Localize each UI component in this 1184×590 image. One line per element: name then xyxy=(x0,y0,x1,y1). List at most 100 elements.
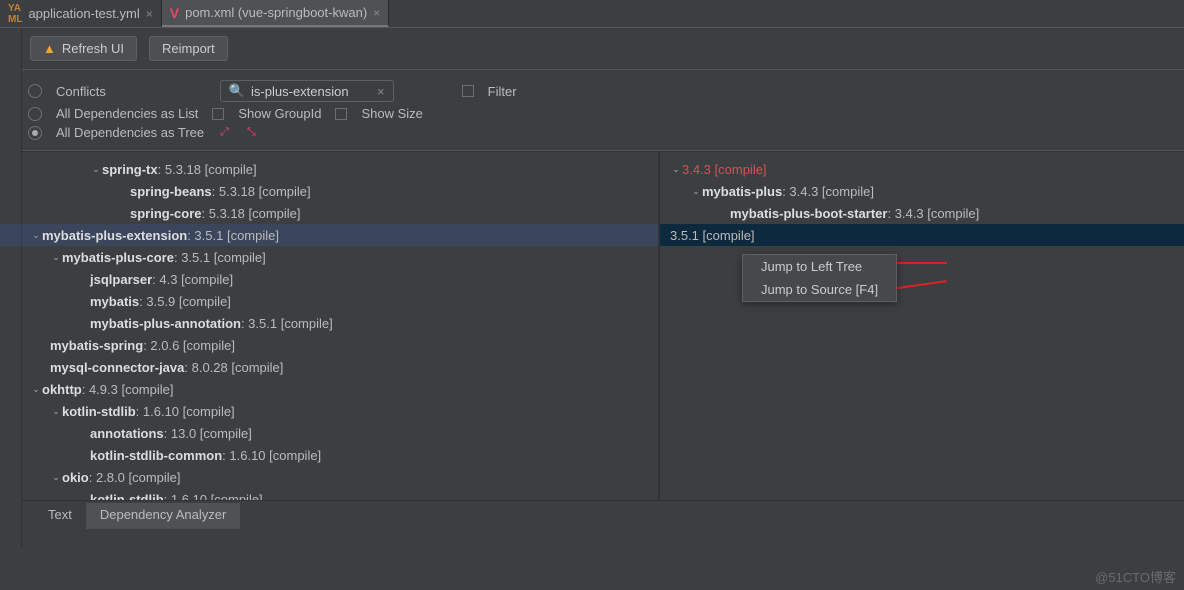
clear-search-icon[interactable]: × xyxy=(377,84,385,99)
option-label: Conflicts xyxy=(56,84,106,99)
tree-row[interactable]: ⌄ mybatis-plus-core : 3.5.1 [compile] xyxy=(0,246,658,268)
chevron-down-icon: ⌄ xyxy=(670,164,682,175)
toolbar: ▲ Refresh UI Reimport xyxy=(0,28,1184,70)
chevron-down-icon: ⌄ xyxy=(30,384,42,395)
close-icon[interactable]: × xyxy=(146,7,153,21)
maven-icon: V xyxy=(170,5,179,21)
dep-version: : 3.5.1 [compile] xyxy=(174,250,266,265)
collapse-icon[interactable]: ⤡ xyxy=(247,126,256,139)
chevron-down-icon: ⌄ xyxy=(90,164,102,175)
dep-name: mybatis-spring xyxy=(50,338,143,353)
tab-label: pom.xml (vue-springboot-kwan) xyxy=(185,5,367,20)
dep-version: : 1.6.10 [compile] xyxy=(164,492,263,501)
dep-name: mybatis-plus-boot-starter xyxy=(730,206,887,221)
close-icon[interactable]: × xyxy=(373,6,380,20)
tree-row[interactable]: ⌄ 3.4.3 [compile] xyxy=(660,158,1184,180)
dep-name: kotlin-stdlib-common xyxy=(90,448,222,463)
tree-row[interactable]: spring-core : 5.3.18 [compile] xyxy=(0,202,658,224)
options-panel: Conflicts 🔍 × Filter All Dependencies as… xyxy=(0,70,1184,151)
tree-row[interactable]: ⌄ mybatis-plus-extension : 3.5.1 [compil… xyxy=(0,224,658,246)
option-label: All Dependencies as Tree xyxy=(56,125,204,140)
dep-version: : 3.5.1 [compile] xyxy=(187,228,279,243)
editor-tabs: YAML application-test.yml × V pom.xml (v… xyxy=(0,0,1184,28)
dep-version: : 4.9.3 [compile] xyxy=(82,382,174,397)
option-label: All Dependencies as List xyxy=(56,106,198,121)
tree-row[interactable]: kotlin-stdlib-common : 1.6.10 [compile] xyxy=(0,444,658,466)
tree-row[interactable]: mybatis-spring : 2.0.6 [compile] xyxy=(0,334,658,356)
dep-version: : 1.6.10 [compile] xyxy=(222,448,321,463)
dep-version: : 8.0.28 [compile] xyxy=(184,360,283,375)
dep-name: kotlin-stdlib xyxy=(62,404,136,419)
chevron-down-icon: ⌄ xyxy=(50,252,62,263)
dep-name: okhttp xyxy=(42,382,82,397)
checkbox-size[interactable] xyxy=(335,108,347,120)
dep-version: : 5.3.18 [compile] xyxy=(158,162,257,177)
checkbox-filter[interactable] xyxy=(462,85,474,97)
context-menu: Jump to Left Tree Jump to Source [F4] xyxy=(742,254,897,302)
tree-row[interactable]: ⌄ okio : 2.8.0 [compile] xyxy=(0,466,658,488)
tree-row[interactable]: mybatis : 3.5.9 [compile] xyxy=(0,290,658,312)
tree-row[interactable]: ⌄ kotlin-stdlib : 1.6.10 [compile] xyxy=(0,400,658,422)
dep-version: : 2.8.0 [compile] xyxy=(89,470,181,485)
tree-row[interactable]: jsqlparser : 4.3 [compile] xyxy=(0,268,658,290)
reimport-button[interactable]: Reimport xyxy=(149,36,228,61)
dep-version: : 3.4.3 [compile] xyxy=(782,184,874,199)
menu-jump-left[interactable]: Jump to Left Tree xyxy=(743,255,896,278)
tab-label: application-test.yml xyxy=(28,6,139,21)
radio-list[interactable] xyxy=(28,107,42,121)
chevron-down-icon: ⌄ xyxy=(50,472,62,483)
dep-name: jsqlparser xyxy=(90,272,152,287)
dep-version: : 4.3 [compile] xyxy=(152,272,233,287)
dep-version: : 5.3.18 [compile] xyxy=(202,206,301,221)
tree-row[interactable]: mybatis-plus-boot-starter : 3.4.3 [compi… xyxy=(660,202,1184,224)
dep-version: : 13.0 [compile] xyxy=(164,426,252,441)
menu-jump-source[interactable]: Jump to Source [F4] xyxy=(743,278,896,301)
dep-version: 3.5.1 [compile] xyxy=(670,228,755,243)
search-input[interactable] xyxy=(251,84,371,99)
dep-name: annotations xyxy=(90,426,164,441)
tab-dependency-analyzer[interactable]: Dependency Analyzer xyxy=(86,503,240,529)
dep-name: spring-tx xyxy=(102,162,158,177)
right-tree-panel: ⌄ 3.4.3 [compile]⌄ mybatis-plus : 3.4.3 … xyxy=(660,152,1184,500)
dep-name: mybatis-plus-extension xyxy=(42,228,187,243)
tree-row[interactable]: kotlin-stdlib : 1.6.10 [compile] xyxy=(0,488,658,500)
dep-version: : 3.4.3 [compile] xyxy=(887,206,979,221)
tab-text[interactable]: Text xyxy=(34,503,86,529)
radio-conflicts[interactable] xyxy=(28,84,42,98)
option-label: Filter xyxy=(488,84,517,99)
dep-name: mybatis-plus xyxy=(702,184,782,199)
dep-version: 3.4.3 [compile] xyxy=(682,162,767,177)
tree-row[interactable]: ⌄ spring-tx : 5.3.18 [compile] xyxy=(0,158,658,180)
radio-tree[interactable] xyxy=(28,126,42,140)
bottom-tabs: Text Dependency Analyzer xyxy=(0,503,1184,529)
tab-application-test[interactable]: YAML application-test.yml × xyxy=(0,0,162,27)
chevron-down-icon: ⌄ xyxy=(30,230,42,241)
tree-row[interactable]: ⌄ mybatis-plus : 3.4.3 [compile] xyxy=(660,180,1184,202)
dep-version: : 2.0.6 [compile] xyxy=(143,338,235,353)
tree-row[interactable]: annotations : 13.0 [compile] xyxy=(0,422,658,444)
dep-name: mysql-connector-java xyxy=(50,360,184,375)
expand-icon[interactable]: ⤢ xyxy=(220,126,229,139)
option-label: Show GroupId xyxy=(238,106,321,121)
tree-row[interactable]: mybatis-plus-annotation : 3.5.1 [compile… xyxy=(0,312,658,334)
chevron-down-icon: ⌄ xyxy=(50,406,62,417)
tree-row[interactable]: spring-beans : 5.3.18 [compile] xyxy=(0,180,658,202)
tree-row[interactable]: 3.5.1 [compile] xyxy=(660,224,1184,246)
tab-pom-xml[interactable]: V pom.xml (vue-springboot-kwan) × xyxy=(162,0,389,27)
tree-row[interactable]: mysql-connector-java : 8.0.28 [compile] xyxy=(0,356,658,378)
search-box[interactable]: 🔍 × xyxy=(220,80,394,102)
left-tree-panel: ⌄ spring-tx : 5.3.18 [compile]spring-bea… xyxy=(0,152,660,500)
refresh-button[interactable]: ▲ Refresh UI xyxy=(30,36,137,61)
checkbox-groupid[interactable] xyxy=(212,108,224,120)
dep-name: okio xyxy=(62,470,89,485)
dependency-panels: ⌄ spring-tx : 5.3.18 [compile]spring-bea… xyxy=(0,151,1184,501)
dep-version: : 3.5.9 [compile] xyxy=(139,294,231,309)
dep-name: mybatis-plus-annotation xyxy=(90,316,241,331)
watermark: @51CTO博客 xyxy=(1095,567,1176,586)
yaml-icon: YAML xyxy=(8,3,22,25)
dep-name: spring-beans xyxy=(130,184,212,199)
tree-row[interactable]: ⌄ okhttp : 4.9.3 [compile] xyxy=(0,378,658,400)
dep-version: : 1.6.10 [compile] xyxy=(136,404,235,419)
option-label: Show Size xyxy=(361,106,422,121)
dep-name: kotlin-stdlib xyxy=(90,492,164,501)
